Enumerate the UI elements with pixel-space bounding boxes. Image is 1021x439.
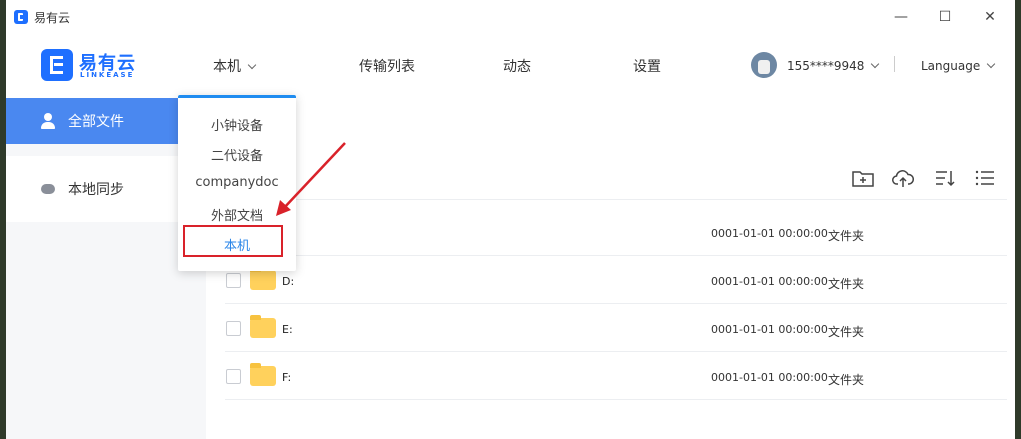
annotation-arrow-icon [276,142,346,216]
